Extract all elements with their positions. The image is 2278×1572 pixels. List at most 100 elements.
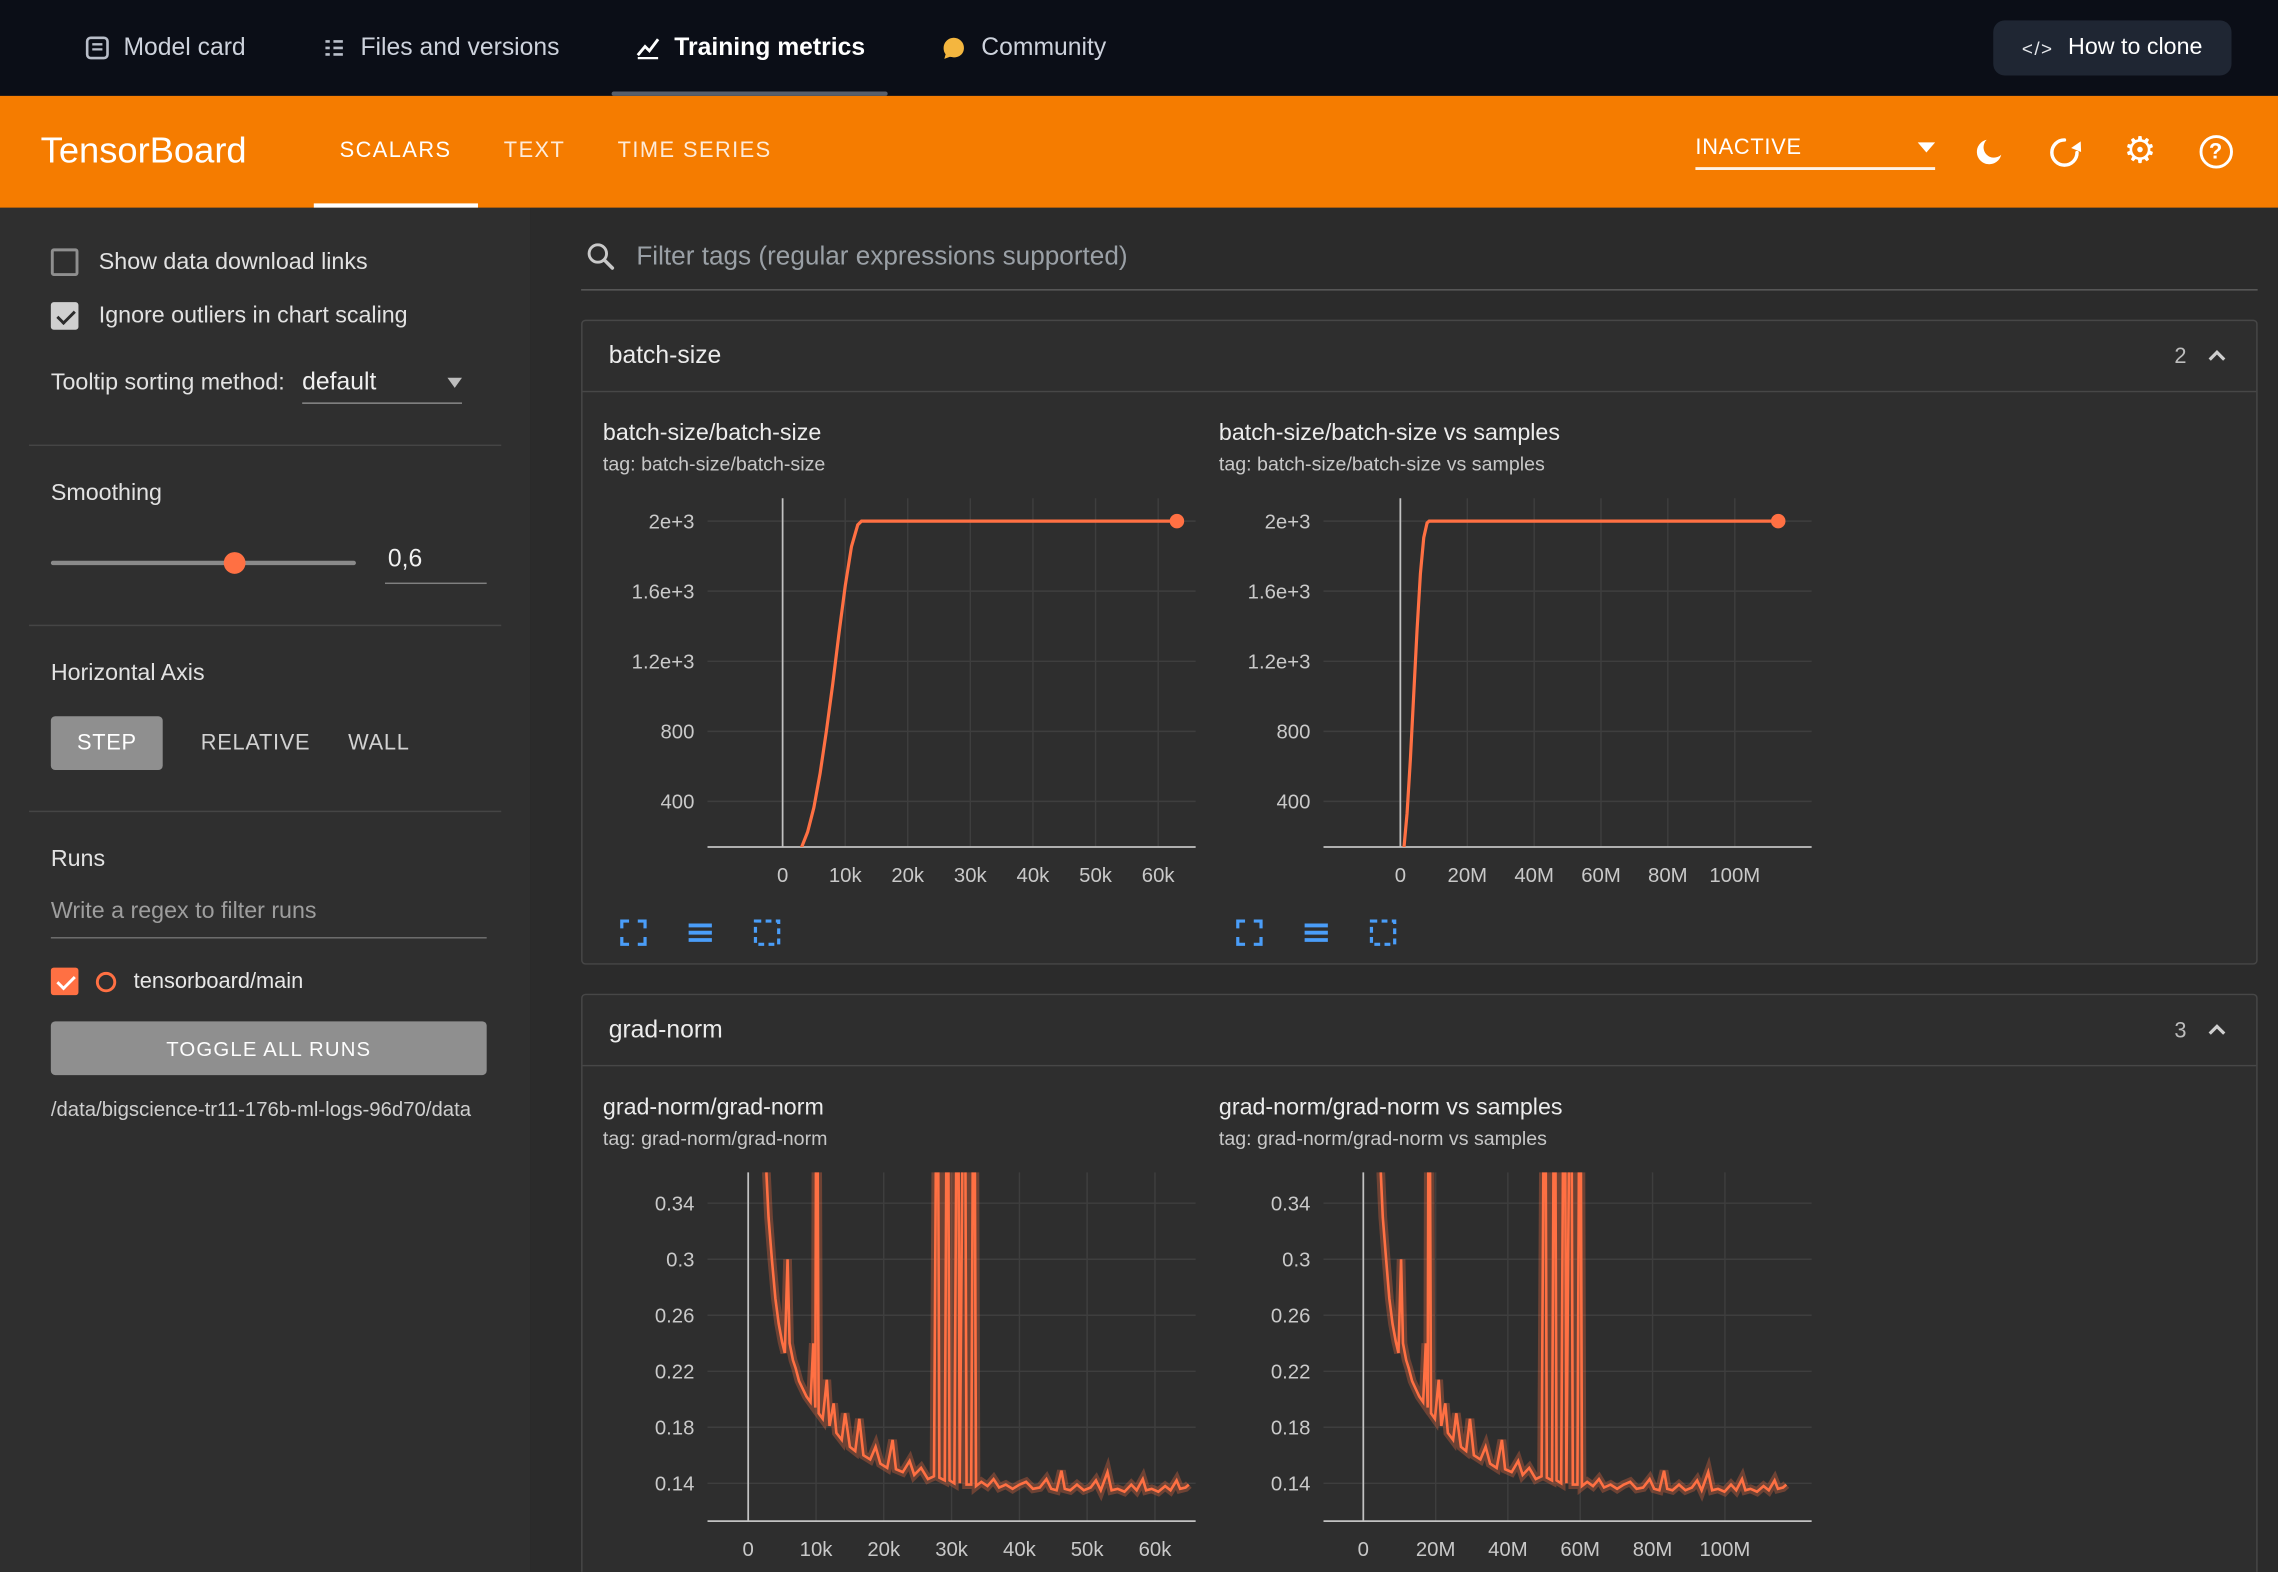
search-icon	[584, 240, 616, 272]
svg-text:50k: 50k	[1071, 1539, 1105, 1561]
tensorboard-tabs: SCALARS TEXT TIME SERIES	[313, 96, 797, 208]
svg-text:1.6e+3: 1.6e+3	[632, 581, 695, 603]
help-icon: ?	[2199, 135, 2232, 168]
svg-text:40k: 40k	[1003, 1539, 1037, 1561]
chart-tag: tag: batch-size/batch-size vs samples	[1219, 453, 1835, 475]
smoothing-slider-knob[interactable]	[224, 552, 246, 574]
section-grad-norm-header[interactable]: grad-norm 3	[583, 995, 2257, 1066]
section-chart-count: 3	[2174, 1018, 2186, 1043]
expand-chart-button[interactable]	[615, 914, 653, 952]
axis-wall-button[interactable]: WALL	[348, 731, 409, 756]
refresh-button[interactable]	[2043, 130, 2087, 174]
line-chart[interactable]: 0.140.180.220.260.30.34010k20k30k40k50k6…	[603, 1161, 1213, 1572]
tab-community[interactable]: Community	[903, 0, 1144, 96]
show-download-links-checkbox[interactable]	[51, 248, 79, 276]
content-area: Show data download links Ignore outliers…	[0, 208, 2278, 1572]
ignore-outliers-row[interactable]: Ignore outliers in chart scaling	[51, 302, 487, 330]
toggle-all-runs-button[interactable]: TOGGLE ALL RUNS	[51, 1021, 487, 1075]
code-icon: </>	[2022, 37, 2054, 59]
svg-text:0: 0	[1358, 1539, 1369, 1561]
tooltip-sorting-value: default	[302, 368, 376, 397]
svg-text:0: 0	[743, 1539, 754, 1561]
tab-files-and-versions[interactable]: Files and versions	[283, 0, 597, 96]
svg-text:40k: 40k	[1017, 865, 1051, 887]
axis-step-button[interactable]: STEP	[51, 716, 163, 770]
reload-status-select[interactable]: INACTIVE	[1695, 134, 1935, 169]
community-icon	[941, 34, 969, 62]
chart-card: batch-size/batch-size vs samples tag: ba…	[1219, 421, 1835, 951]
fit-to-data-icon	[750, 915, 785, 950]
svg-text:0.34: 0.34	[655, 1193, 695, 1215]
run-row[interactable]: tensorboard/main	[51, 968, 487, 996]
gear-icon: ⚙	[2124, 134, 2157, 170]
fit-domain-button[interactable]	[748, 914, 786, 952]
svg-text:400: 400	[661, 792, 695, 814]
runs-data-path: /data/bigscience-tr11-176b-ml-logs-96d70…	[51, 1095, 487, 1122]
smoothing-slider[interactable]	[51, 561, 356, 565]
chevron-up-icon[interactable]	[2204, 343, 2230, 369]
fit-domain-button[interactable]	[1364, 914, 1402, 952]
tooltip-sorting-label: Tooltip sorting method:	[51, 370, 285, 396]
reload-status-value: INACTIVE	[1695, 134, 1801, 159]
horizontal-axis-label: Horizontal Axis	[51, 661, 487, 687]
tab-text[interactable]: TEXT	[478, 96, 592, 208]
show-download-links-row[interactable]: Show data download links	[51, 248, 487, 276]
chevron-up-icon[interactable]	[2204, 1017, 2230, 1043]
lines-icon	[1299, 915, 1334, 950]
run-color-icon[interactable]	[96, 971, 116, 991]
tab-time-series[interactable]: TIME SERIES	[591, 96, 797, 208]
horizontal-axis-buttons: STEP RELATIVE WALL	[51, 716, 487, 770]
svg-text:100M: 100M	[1699, 1539, 1750, 1561]
tab-training-metrics[interactable]: Training metrics	[597, 0, 903, 96]
runs-filter-input[interactable]	[51, 891, 487, 939]
section-title: grad-norm	[609, 1016, 723, 1045]
line-chart[interactable]: 4008001.2e+31.6e+32e+3010k20k30k40k50k60…	[603, 487, 1213, 911]
dashboard-main: batch-size 2 batch-size/batch-size tag: …	[530, 208, 2278, 1572]
grad-norm-charts-row: grad-norm/grad-norm tag: grad-norm/grad-…	[583, 1066, 2257, 1572]
tab-files-label: Files and versions	[360, 33, 559, 62]
chart-title: grad-norm/grad-norm vs samples	[1219, 1095, 1835, 1121]
svg-text:0.14: 0.14	[655, 1474, 695, 1496]
dark-mode-toggle[interactable]	[1967, 130, 2011, 174]
filter-tags-input[interactable]	[636, 240, 2254, 271]
svg-text:100M: 100M	[1709, 865, 1760, 887]
section-batch-size-header[interactable]: batch-size 2	[583, 321, 2257, 392]
tensorboard-header-actions: INACTIVE ⚙ ?	[1695, 130, 2237, 174]
section-title: batch-size	[609, 341, 722, 370]
line-chart[interactable]: 0.140.180.220.260.30.34020M40M60M80M100M	[1219, 1161, 1829, 1572]
model-card-icon	[84, 35, 110, 61]
toggle-y-axis-button[interactable]	[681, 914, 719, 952]
line-chart[interactable]: 4008001.2e+31.6e+32e+3020M40M60M80M100M	[1219, 487, 1829, 911]
svg-text:0.18: 0.18	[1271, 1417, 1311, 1439]
settings-button[interactable]: ⚙	[2118, 130, 2162, 174]
tooltip-sorting-select[interactable]: default	[302, 368, 462, 404]
chart-title: batch-size/batch-size	[603, 421, 1219, 447]
chart-tag: tag: grad-norm/grad-norm vs samples	[1219, 1127, 1835, 1149]
run-visibility-checkbox[interactable]	[51, 968, 79, 996]
tooltip-sorting-row: Tooltip sorting method: default	[51, 368, 487, 404]
chevron-down-icon	[447, 377, 462, 387]
section-batch-size: batch-size 2 batch-size/batch-size tag: …	[581, 320, 2258, 965]
tab-model-card[interactable]: Model card	[46, 0, 283, 96]
tab-scalars[interactable]: SCALARS	[313, 96, 477, 208]
help-button[interactable]: ?	[2194, 130, 2238, 174]
how-to-clone-button[interactable]: </> How to clone	[1993, 20, 2232, 75]
fullscreen-icon	[1232, 915, 1267, 950]
chevron-down-icon	[1918, 142, 1935, 152]
svg-text:20k: 20k	[891, 865, 925, 887]
smoothing-control-row	[51, 542, 487, 584]
axis-relative-button[interactable]: RELATIVE	[201, 731, 311, 756]
expand-chart-button[interactable]	[1231, 914, 1269, 952]
app-root: Model card Files and versions Training m…	[0, 0, 2278, 1572]
ignore-outliers-checkbox[interactable]	[51, 302, 79, 330]
section-chart-count: 2	[2174, 344, 2186, 369]
svg-text:60M: 60M	[1560, 1539, 1600, 1561]
toggle-y-axis-button[interactable]	[1297, 914, 1335, 952]
svg-text:0.34: 0.34	[1271, 1193, 1311, 1215]
svg-text:0.22: 0.22	[655, 1362, 695, 1384]
svg-text:20k: 20k	[867, 1539, 901, 1561]
chart-card: grad-norm/grad-norm vs samples tag: grad…	[1219, 1095, 1835, 1572]
svg-text:0: 0	[1395, 865, 1406, 887]
smoothing-value-input[interactable]	[385, 542, 487, 584]
svg-text:80M: 80M	[1648, 865, 1688, 887]
